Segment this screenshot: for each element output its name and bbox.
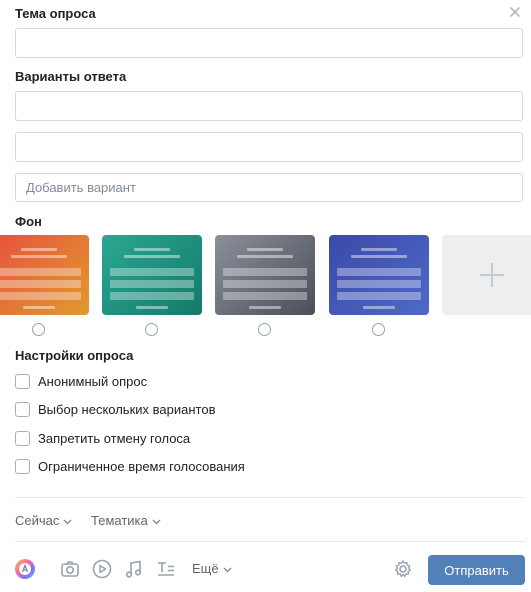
- camera-icon[interactable]: [59, 558, 81, 580]
- music-icon[interactable]: [123, 558, 145, 580]
- checkbox-icon[interactable]: [15, 459, 30, 474]
- background-radio-4[interactable]: [372, 323, 385, 336]
- background-option-1[interactable]: [0, 235, 89, 315]
- publish-time-dropdown[interactable]: Сейчас: [15, 513, 72, 528]
- poll-topic-label: Тема опроса: [15, 6, 96, 21]
- chevron-down-icon: [223, 567, 232, 573]
- video-icon[interactable]: [91, 558, 113, 580]
- checkbox-label: Анонимный опрос: [38, 374, 148, 389]
- article-icon[interactable]: [155, 558, 177, 580]
- graffiti-icon[interactable]: [14, 558, 36, 580]
- background-radio-3[interactable]: [258, 323, 271, 336]
- answer-option-input-1[interactable]: [15, 91, 523, 121]
- checkbox-icon[interactable]: [15, 402, 30, 417]
- divider: [15, 497, 525, 498]
- answer-option-input-2[interactable]: [15, 132, 523, 162]
- add-option-input[interactable]: [15, 173, 523, 202]
- checkbox-icon[interactable]: [15, 431, 30, 446]
- topic-label: Тематика: [91, 513, 148, 528]
- publish-time-label: Сейчас: [15, 513, 60, 528]
- more-label: Ещё: [192, 561, 219, 576]
- more-dropdown[interactable]: Ещё: [192, 561, 232, 576]
- checkbox-icon[interactable]: [15, 374, 30, 389]
- checkbox-label: Ограниченное время голосования: [38, 459, 245, 474]
- background-option-4[interactable]: [329, 235, 429, 315]
- plus-icon: [480, 263, 504, 287]
- checkbox-label: Запретить отмену голоса: [38, 431, 191, 446]
- answer-options-label: Варианты ответа: [15, 69, 127, 84]
- chevron-down-icon: [63, 519, 72, 525]
- background-radio-1[interactable]: [32, 323, 45, 336]
- settings-gear-icon[interactable]: [393, 559, 415, 581]
- close-icon[interactable]: [508, 5, 522, 19]
- poll-topic-input[interactable]: [15, 28, 523, 58]
- background-radio-2[interactable]: [145, 323, 158, 336]
- send-button[interactable]: Отправить: [428, 555, 525, 585]
- checkbox-label: Выбор нескольких вариантов: [38, 402, 216, 417]
- background-option-2[interactable]: [102, 235, 202, 315]
- topic-dropdown[interactable]: Тематика: [91, 513, 161, 528]
- background-label: Фон: [15, 214, 42, 229]
- background-option-3[interactable]: [215, 235, 315, 315]
- add-background-button[interactable]: [442, 235, 531, 315]
- poll-settings-label: Настройки опроса: [15, 348, 134, 363]
- divider: [15, 541, 525, 542]
- chevron-down-icon: [152, 519, 161, 525]
